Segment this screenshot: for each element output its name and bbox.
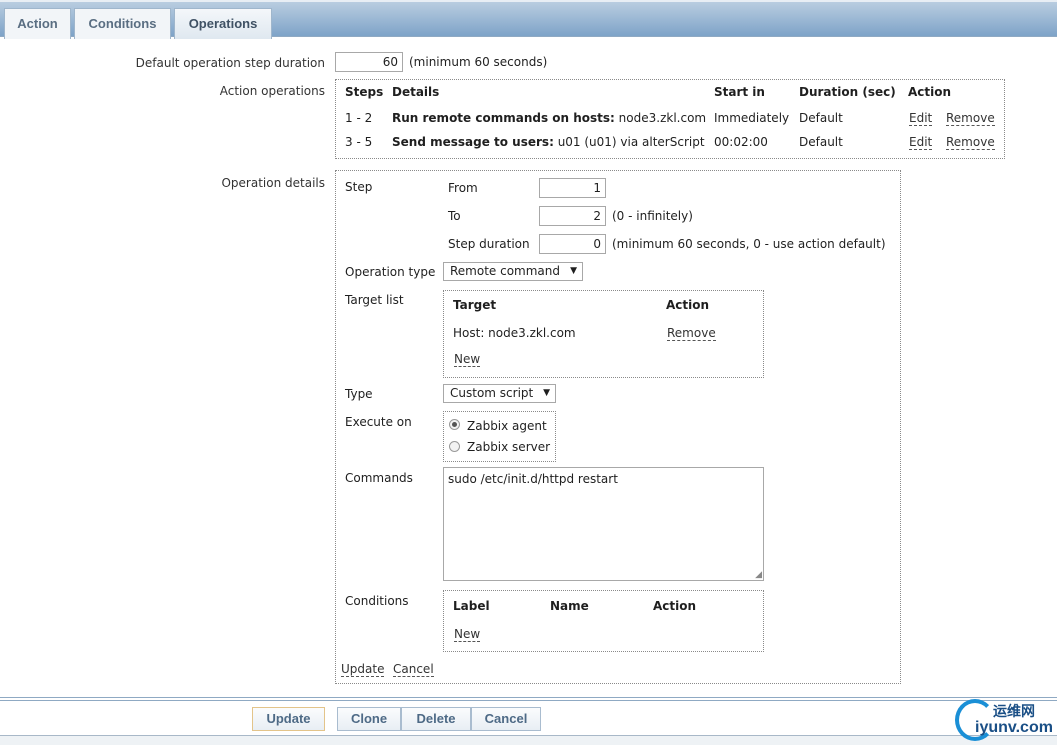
header-action: Action — [653, 599, 697, 613]
cancel-button[interactable]: Cancel — [471, 707, 541, 731]
watermark-logo: 运维网 iyunv.com — [955, 697, 1055, 743]
row-duration: Default — [799, 111, 843, 125]
action-operations-table: Steps Details Start in Duration (sec) Ac… — [335, 79, 1005, 159]
target-row: Host: node3.zkl.com — [453, 326, 576, 340]
header-duration: Duration (sec) — [799, 85, 896, 99]
detail-bold: Run remote commands on hosts: — [392, 111, 615, 125]
tab-bar: Action Conditions Operations — [0, 0, 1057, 39]
conditions-table: Label Name Action New — [443, 590, 764, 652]
zabbix-agent-label: Zabbix agent — [467, 419, 547, 433]
from-input[interactable]: 1 — [539, 178, 606, 198]
from-label: From — [448, 181, 478, 195]
detail-text: u01 (u01) via alterScript — [553, 135, 705, 149]
edit-link[interactable]: Edit — [909, 135, 933, 150]
default-step-input[interactable]: 60 — [335, 52, 403, 72]
to-label: To — [448, 209, 461, 223]
radio-zabbix-server[interactable] — [449, 441, 460, 452]
target-remove-link[interactable]: Remove — [667, 326, 716, 341]
tab-operations[interactable]: Operations — [174, 8, 272, 39]
dropdown-arrow-icon: ▼ — [543, 388, 550, 398]
edit-link[interactable]: Edit — [909, 111, 933, 126]
details-cancel-link[interactable]: Cancel — [393, 662, 434, 677]
conditions-label: Conditions — [345, 594, 409, 608]
type-select[interactable]: Custom script ▼ — [443, 384, 556, 403]
operation-details-box: Step From 1 To 2 (0 - infinitely) Step d… — [335, 170, 901, 684]
row-duration: Default — [799, 135, 843, 149]
operation-details-label: Operation details — [221, 176, 325, 190]
update-button[interactable]: Update — [252, 707, 325, 731]
row-details: Run remote commands on hosts: node3.zkl.… — [392, 111, 706, 125]
footer-strip — [0, 735, 1057, 745]
execute-on-group: Zabbix agent Zabbix server — [443, 411, 556, 462]
details-update-link[interactable]: Update — [341, 662, 385, 677]
radio-zabbix-agent[interactable] — [449, 419, 460, 430]
resize-handle-icon[interactable]: ◢ — [755, 570, 762, 580]
header-action: Action — [666, 298, 710, 312]
row-start: 00:02:00 — [714, 135, 768, 149]
step-label: Step — [345, 180, 373, 194]
tab-action[interactable]: Action — [4, 8, 71, 39]
step-duration-input[interactable]: 0 — [539, 234, 606, 254]
operation-type-value: Remote command — [450, 264, 561, 278]
footer-divider — [0, 697, 1057, 701]
operation-type-label: Operation type — [345, 265, 436, 279]
row-steps: 1 - 2 — [345, 111, 373, 125]
type-label: Type — [345, 387, 373, 401]
detail-text: node3.zkl.com — [614, 111, 707, 125]
default-step-hint: (minimum 60 seconds) — [409, 55, 548, 69]
header-details: Details — [392, 85, 440, 99]
commands-text: sudo /etc/init.d/httpd restart — [448, 472, 618, 486]
target-list-label: Target list — [345, 293, 404, 307]
header-steps: Steps — [345, 85, 384, 99]
row-steps: 3 - 5 — [345, 135, 373, 149]
tab-conditions[interactable]: Conditions — [74, 8, 171, 39]
watermark-en: iyunv.com — [975, 719, 1053, 736]
remove-link[interactable]: Remove — [946, 111, 995, 126]
header-label: Label — [453, 599, 490, 613]
delete-button[interactable]: Delete — [401, 707, 471, 731]
zabbix-server-label: Zabbix server — [467, 440, 551, 454]
step-duration-hint: (minimum 60 seconds, 0 - use action defa… — [612, 237, 886, 251]
default-step-label: Default operation step duration — [135, 56, 325, 70]
detail-bold: Send message to users: — [392, 135, 554, 149]
condition-new-link[interactable]: New — [454, 627, 481, 642]
header-name: Name — [550, 599, 589, 613]
row-start: Immediately — [714, 111, 790, 125]
action-operations-label: Action operations — [219, 84, 325, 98]
to-hint: (0 - infinitely) — [612, 209, 693, 223]
row-details: Send message to users: u01 (u01) via alt… — [392, 135, 705, 149]
dropdown-arrow-icon: ▼ — [570, 266, 577, 276]
type-value: Custom script — [450, 386, 534, 400]
header-target: Target — [453, 298, 497, 312]
header-start: Start in — [714, 85, 765, 99]
to-input[interactable]: 2 — [539, 206, 606, 226]
commands-textarea[interactable]: sudo /etc/init.d/httpd restart ◢ — [443, 467, 764, 581]
target-list-table: Target Action Host: node3.zkl.com Remove… — [443, 290, 764, 378]
operation-type-select[interactable]: Remote command ▼ — [443, 262, 583, 281]
commands-label: Commands — [345, 471, 413, 485]
step-duration-label: Step duration — [448, 237, 530, 251]
target-new-link[interactable]: New — [454, 352, 481, 367]
remove-link[interactable]: Remove — [946, 135, 995, 150]
header-action: Action — [908, 85, 952, 99]
execute-on-label: Execute on — [345, 415, 412, 429]
clone-button[interactable]: Clone — [337, 707, 401, 731]
watermark-cn: 运维网 — [993, 704, 1035, 720]
